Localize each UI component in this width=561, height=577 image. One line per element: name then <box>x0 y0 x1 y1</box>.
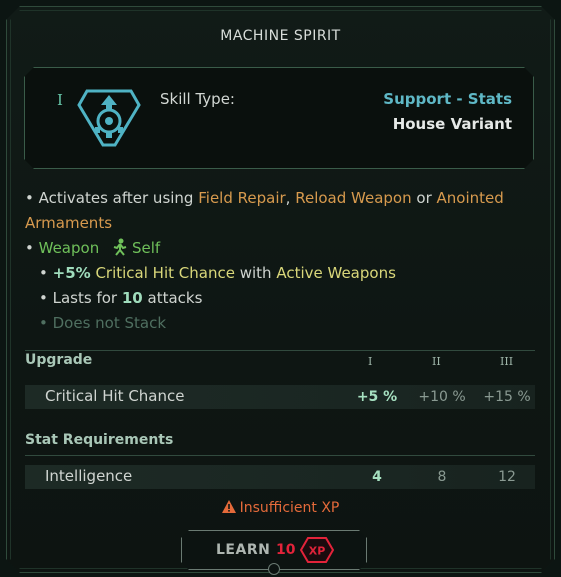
requirement-value-3: 12 <box>498 469 516 485</box>
bottom-ornament <box>268 563 280 575</box>
activation-line: • Activates after using Field Repair, Re… <box>25 189 504 232</box>
duration-value: 10 <box>121 289 143 307</box>
requirement-row: Intelligence 4 8 12 <box>25 465 535 489</box>
effect-target: Active Weapons <box>276 264 396 282</box>
target-self: Self <box>132 239 161 257</box>
requirement-value-1: 4 <box>372 469 382 485</box>
upgrade-row-label: Critical Hit Chance <box>45 387 185 405</box>
skill-variant: House Variant <box>392 115 512 133</box>
warning-icon <box>221 500 236 513</box>
upgrade-header: Upgrade <box>25 352 93 368</box>
requirements-header: Stat Requirements <box>25 432 174 448</box>
section-divider <box>25 350 535 351</box>
ability-reload-weapon: Reload Weapon <box>295 189 412 207</box>
section-divider <box>25 455 535 456</box>
stacking-line: • Does not Stack <box>39 314 167 332</box>
upgrade-level-2: II <box>432 355 441 368</box>
support-stats-gear-icon <box>77 89 141 147</box>
skill-type-value: Support - Stats <box>383 90 512 108</box>
upgrade-row: Critical Hit Chance +5 % +10 % +15 % <box>25 385 535 409</box>
upgrade-level-1: I <box>368 355 373 368</box>
warning-message: Insufficient XP <box>0 500 561 516</box>
target-line: • Weapon Self <box>25 238 161 257</box>
xp-icon: XP <box>300 537 334 563</box>
upgrade-value-3: +15 % <box>483 389 531 405</box>
svg-text:XP: XP <box>309 545 326 558</box>
upgrade-value-1: +5 % <box>356 389 398 405</box>
learn-label: LEARN <box>216 542 271 558</box>
upgrade-value-2: +10 % <box>418 389 466 405</box>
duration-line: • Lasts for 10 attacks <box>39 289 203 307</box>
target-weapon: Weapon <box>38 239 100 257</box>
skill-description: • Activates after using Field Repair, Re… <box>25 186 535 336</box>
skill-type-label: Skill Type: <box>160 90 235 108</box>
learn-cost: 10 <box>276 542 296 558</box>
effect-stat: Critical Hit Chance <box>95 264 235 282</box>
effect-line: • +5% Critical Hit Chance with Active We… <box>39 264 396 282</box>
skill-title: MACHINE SPIRIT <box>220 28 341 44</box>
requirement-value-2: 8 <box>437 469 447 485</box>
requirement-row-label: Intelligence <box>45 467 133 485</box>
tier-label: I <box>57 91 63 109</box>
ability-field-repair: Field Repair <box>198 189 286 207</box>
effect-value: +5% <box>52 264 91 282</box>
upgrade-level-3: III <box>500 355 514 368</box>
self-figure-icon <box>113 238 127 256</box>
